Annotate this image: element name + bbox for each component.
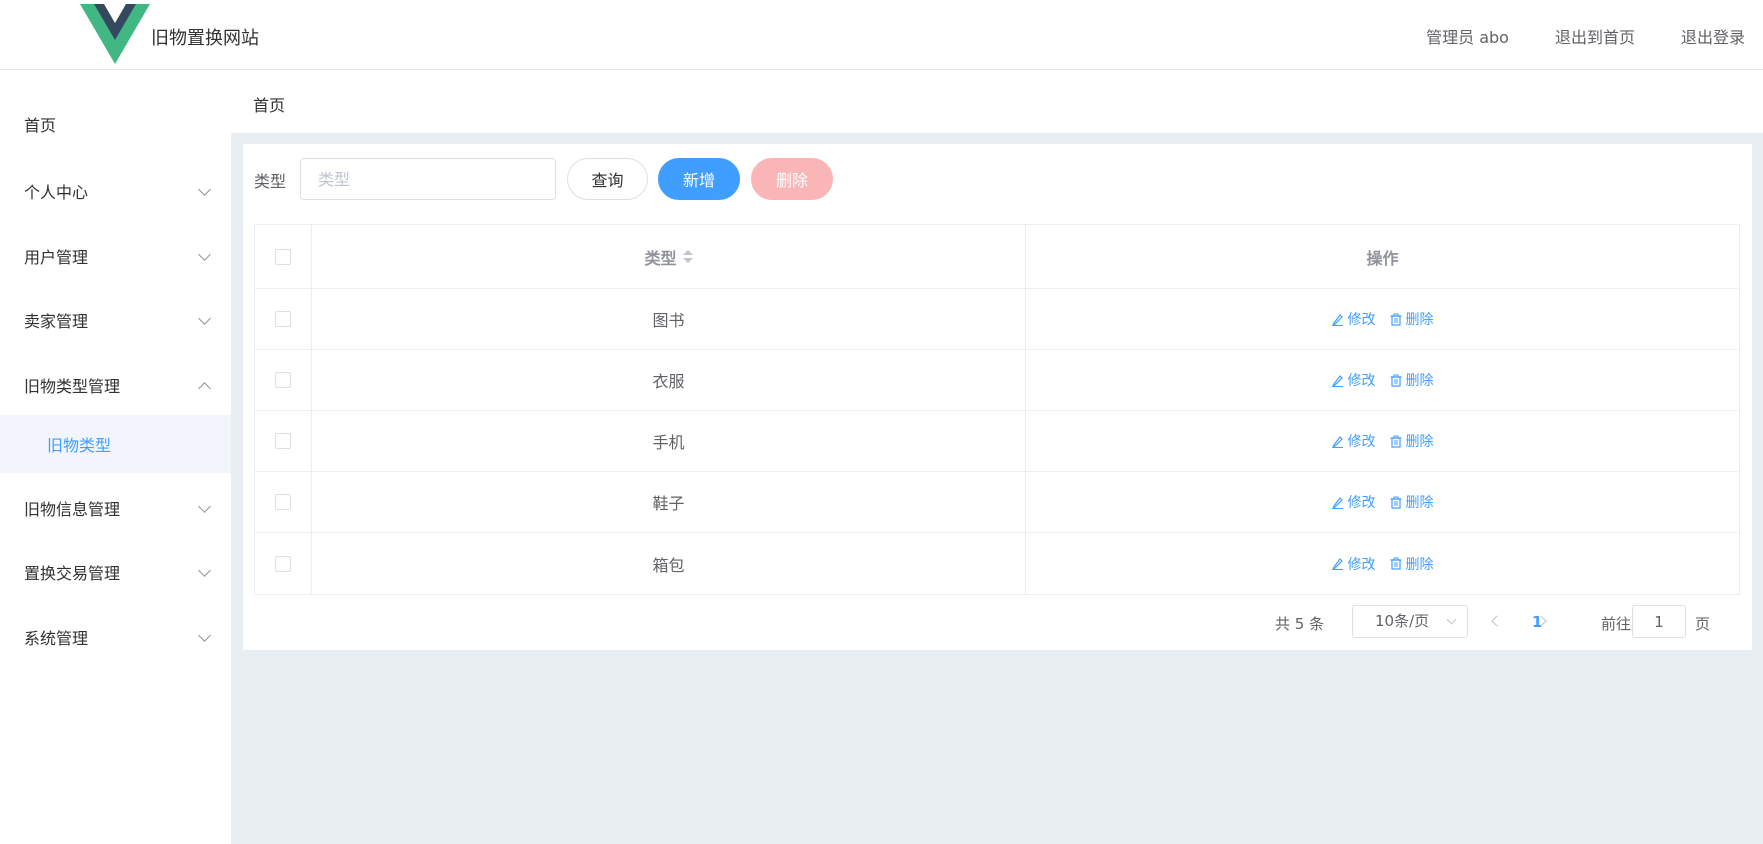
column-header-actions: 操作	[1026, 225, 1739, 288]
edit-link[interactable]: 修改	[1331, 309, 1376, 329]
sidebar-item-item-type-management[interactable]: 旧物类型管理	[0, 355, 231, 415]
delete-link[interactable]: 删除	[1390, 431, 1434, 451]
sidebar-item-item-info-management[interactable]: 旧物信息管理	[0, 478, 231, 538]
sidebar-item-label: 旧物类型管理	[24, 377, 121, 396]
table-row: 衣服 修改 删除	[255, 350, 1739, 411]
sidebar-item-label: 旧物信息管理	[24, 500, 121, 519]
table-row: 鞋子 修改 删除	[255, 472, 1739, 533]
trash-icon	[1390, 313, 1401, 326]
column-header-label: 类型	[644, 248, 677, 268]
content-card: 类型 查询 新增 删除 类型 操作 图书 修改	[243, 144, 1752, 650]
sidebar-item-seller-management[interactable]: 卖家管理	[0, 290, 231, 350]
delete-link[interactable]: 删除	[1390, 492, 1434, 512]
sidebar-item-label: 用户管理	[24, 248, 89, 267]
row-checkbox[interactable]	[275, 311, 291, 327]
chevron-down-icon	[198, 629, 211, 642]
back-to-home-link[interactable]: 退出到首页	[1555, 24, 1635, 48]
trash-icon	[1390, 374, 1401, 387]
vue-logo-icon	[80, 4, 150, 64]
actions-cell: 修改 删除	[1026, 411, 1739, 471]
chevron-down-icon	[198, 248, 211, 261]
table-row: 手机 修改 删除	[255, 411, 1739, 472]
prev-page-icon[interactable]	[1491, 615, 1503, 627]
sidebar-item-label: 个人中心	[24, 183, 89, 202]
sidebar-item-exchange-management[interactable]: 置换交易管理	[0, 542, 231, 602]
sidebar-item-user-management[interactable]: 用户管理	[0, 226, 231, 286]
chevron-down-icon	[1446, 614, 1457, 625]
trash-icon	[1390, 557, 1401, 570]
type-cell: 鞋子	[312, 472, 1026, 532]
actions-cell: 修改 删除	[1026, 289, 1739, 349]
header-checkbox-cell	[255, 225, 312, 288]
actions-cell: 修改 删除	[1026, 533, 1739, 594]
row-checkbox[interactable]	[275, 372, 291, 388]
admin-user-link[interactable]: 管理员 abo	[1426, 24, 1509, 48]
select-all-checkbox[interactable]	[275, 248, 291, 265]
edit-icon	[1331, 374, 1343, 387]
delete-link[interactable]: 删除	[1390, 370, 1434, 390]
sort-icon[interactable]	[682, 250, 693, 263]
header-links: 管理员 abo 退出到首页 退出登录	[1426, 24, 1745, 48]
row-checkbox[interactable]	[275, 494, 291, 510]
query-button[interactable]: 查询	[567, 158, 648, 200]
edit-icon	[1331, 496, 1343, 509]
actions-cell: 修改 删除	[1026, 472, 1739, 532]
sidebar-subitem-item-type[interactable]: 旧物类型	[0, 415, 231, 473]
sidebar-item-label: 置换交易管理	[24, 564, 121, 583]
chevron-down-icon	[198, 500, 211, 513]
search-label: 类型	[254, 172, 287, 191]
chevron-down-icon	[198, 564, 211, 577]
breadcrumb[interactable]: 首页	[253, 92, 285, 116]
sidebar-item-label: 首页	[24, 116, 57, 135]
type-cell: 箱包	[312, 533, 1026, 594]
pagination: 共 5 条 10条/页 1 前往 页	[752, 605, 1752, 639]
chevron-up-icon	[198, 382, 211, 395]
batch-delete-button[interactable]: 删除	[751, 158, 833, 200]
edit-icon	[1331, 435, 1343, 448]
actions-cell: 修改 删除	[1026, 350, 1739, 410]
column-header-type[interactable]: 类型	[312, 225, 1026, 288]
row-checkbox[interactable]	[275, 555, 291, 572]
sidebar-item-label: 卖家管理	[24, 312, 89, 331]
top-header: 旧物置换网站 管理员 abo 退出到首页 退出登录	[0, 0, 1763, 70]
sidebar: 首页 个人中心 用户管理 卖家管理 旧物类型管理 旧物类型 旧物信息管理 置换交…	[0, 70, 231, 844]
data-table: 类型 操作 图书 修改 删除 衣服 修改 删除 手机 修改 删除 鞋子 修改 删…	[254, 224, 1740, 595]
logout-link[interactable]: 退出登录	[1681, 24, 1745, 48]
type-cell: 图书	[312, 289, 1026, 349]
row-checkbox[interactable]	[275, 433, 291, 449]
page-size-select[interactable]: 10条/页	[1352, 605, 1468, 638]
type-cell: 衣服	[312, 350, 1026, 410]
goto-page-input[interactable]	[1632, 605, 1686, 638]
site-title: 旧物置换网站	[151, 28, 259, 49]
chevron-down-icon	[198, 183, 211, 196]
sidebar-item-system-management[interactable]: 系统管理	[0, 607, 231, 667]
edit-link[interactable]: 修改	[1331, 492, 1376, 512]
trash-icon	[1390, 496, 1401, 509]
edit-icon	[1331, 313, 1343, 326]
edit-link[interactable]: 修改	[1331, 554, 1376, 574]
edit-icon	[1331, 558, 1343, 570]
page-suffix: 页	[1695, 615, 1711, 633]
type-cell: 手机	[312, 411, 1026, 471]
edit-link[interactable]: 修改	[1331, 431, 1376, 451]
table-row: 箱包 修改 删除	[255, 533, 1739, 594]
delete-link[interactable]: 删除	[1390, 309, 1434, 329]
table-header-row: 类型 操作	[255, 225, 1739, 289]
search-input[interactable]	[300, 158, 556, 200]
goto-label: 前往	[1601, 615, 1632, 633]
trash-icon	[1390, 435, 1401, 448]
sidebar-subitem-label: 旧物类型	[47, 436, 112, 455]
table-row: 图书 修改 删除	[255, 289, 1739, 350]
chevron-down-icon	[198, 312, 211, 325]
column-header-label: 操作	[1366, 248, 1399, 268]
sidebar-item-personal-center[interactable]: 个人中心	[0, 161, 231, 221]
breadcrumb-bar: 首页	[231, 70, 1763, 133]
add-button[interactable]: 新增	[658, 158, 740, 200]
sidebar-item-home[interactable]: 首页	[0, 94, 231, 154]
delete-link[interactable]: 删除	[1390, 554, 1434, 574]
edit-link[interactable]: 修改	[1331, 370, 1376, 390]
sidebar-item-label: 系统管理	[24, 629, 89, 648]
pagination-total: 共 5 条	[1275, 615, 1325, 633]
